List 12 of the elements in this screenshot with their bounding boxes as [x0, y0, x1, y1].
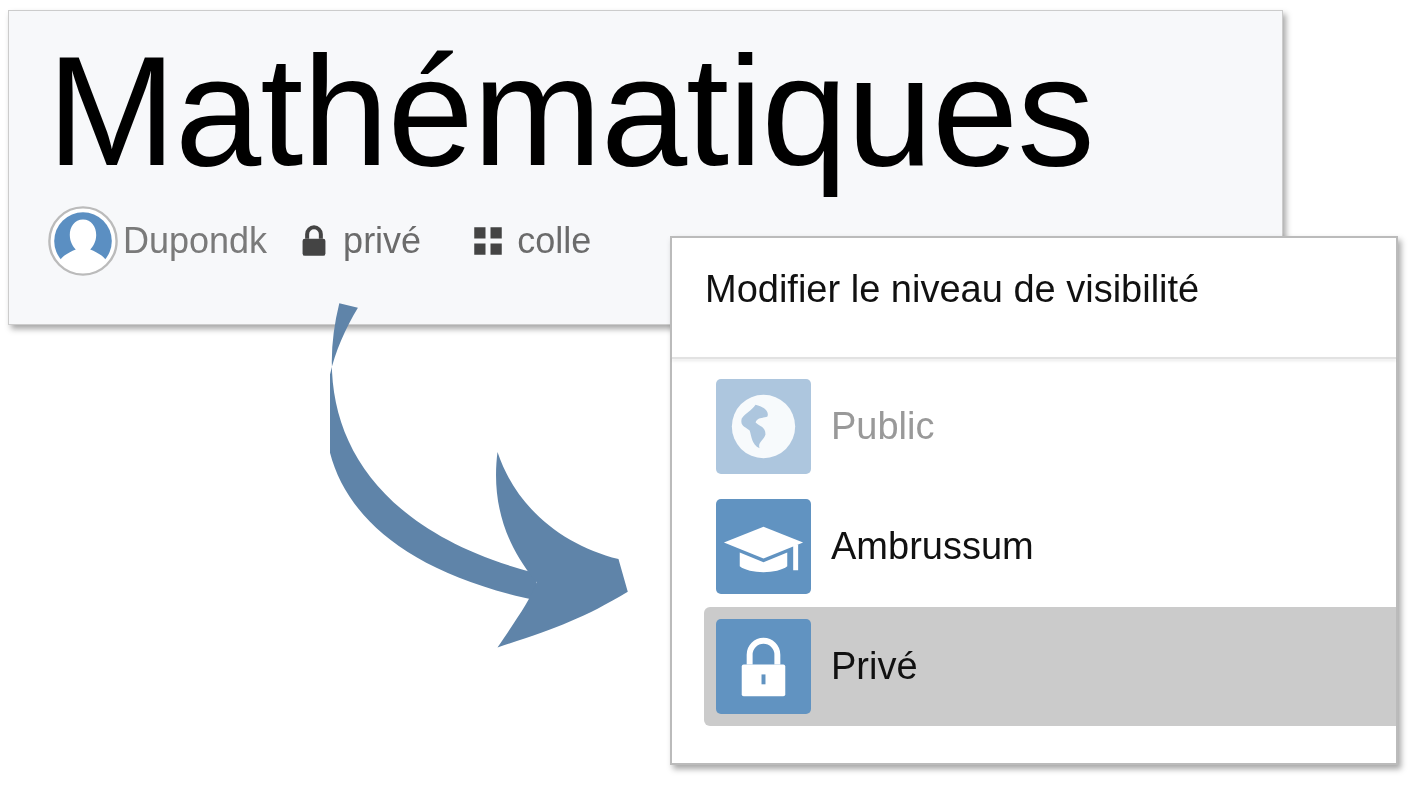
visibility-link[interactable]: privé — [343, 220, 422, 262]
avatar-icon — [47, 205, 119, 277]
visibility-option[interactable]: Ambrussum — [672, 499, 1396, 594]
page-title: Mathématiques — [47, 24, 1094, 200]
grid-icon — [473, 226, 504, 256]
graduation-cap-icon — [716, 499, 811, 594]
visibility-option[interactable]: Privé — [704, 607, 1396, 726]
globe-icon — [716, 379, 811, 474]
lock-icon — [716, 619, 811, 714]
popup-title: Modifier le niveau de visibilité — [704, 267, 1201, 311]
author-name[interactable]: Dupondk — [123, 220, 268, 262]
collection-link[interactable]: colle — [517, 220, 592, 262]
